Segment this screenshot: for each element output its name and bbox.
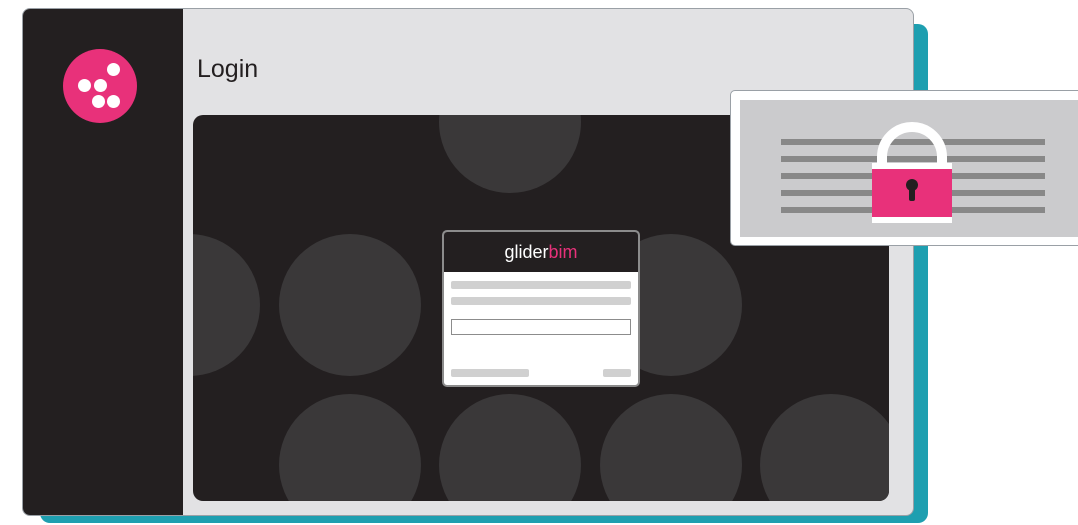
background-circle <box>279 394 421 501</box>
secure-document-panel <box>730 90 1078 246</box>
background-circle <box>600 394 742 501</box>
login-card: gliderbim <box>442 230 640 387</box>
logo-dot <box>107 95 120 108</box>
background-circle <box>439 394 581 501</box>
brand-name-part1: glider <box>504 242 549 262</box>
button-placeholder[interactable] <box>603 369 631 377</box>
sidebar <box>23 9 183 515</box>
background-circle <box>439 115 581 193</box>
logo-dot <box>78 79 91 92</box>
padlock-icon <box>872 122 952 223</box>
logo-dot <box>94 79 107 92</box>
background-circle <box>193 234 260 376</box>
logo-dot <box>107 63 120 76</box>
brand-name-part2: bim <box>548 242 578 262</box>
background-circle <box>760 394 889 501</box>
page-title: Login <box>197 55 259 83</box>
dots-logo-icon[interactable] <box>63 49 137 123</box>
background-circle <box>279 234 421 376</box>
app-window: Login gliderbim <box>22 8 914 516</box>
secure-document <box>740 100 1078 237</box>
text-placeholder <box>451 281 631 289</box>
logo-dot <box>92 95 105 108</box>
brand-wordmark: gliderbim <box>444 232 638 272</box>
login-input[interactable] <box>451 319 631 335</box>
link-placeholder[interactable] <box>451 369 529 377</box>
text-placeholder <box>451 297 631 305</box>
